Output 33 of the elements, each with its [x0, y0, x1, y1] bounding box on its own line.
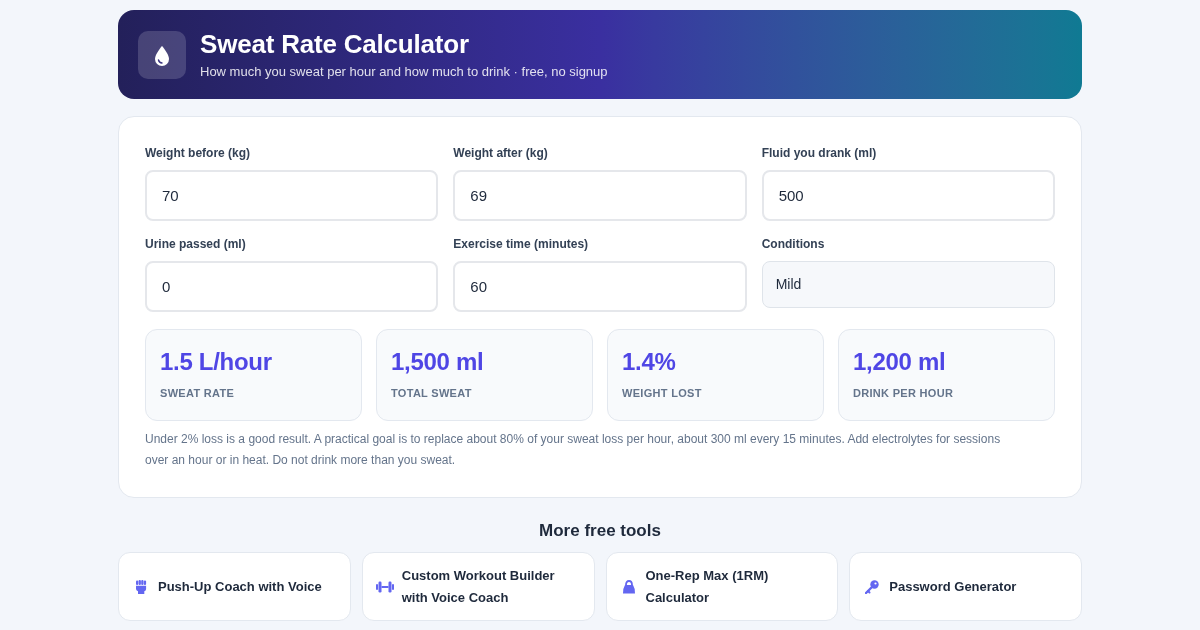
section-heading: More free tools: [539, 520, 661, 542]
fist-icon: [135, 579, 147, 594]
result-value: 1.4%: [622, 347, 676, 377]
result-label: DRINK PER HOUR: [853, 386, 954, 400]
tool-link-card[interactable]: Password Generator: [849, 552, 1082, 621]
field-label: Weight before (kg): [145, 145, 251, 161]
number-input[interactable]: 0: [145, 261, 439, 312]
field-label: Urine passed (ml): [145, 236, 246, 252]
number-input[interactable]: 70: [145, 170, 439, 221]
page-title: Sweat Rate Calculator: [200, 28, 470, 60]
number-input[interactable]: 500: [761, 170, 1055, 221]
result-value: 1.5 L/hour: [160, 347, 272, 377]
field-label: Weight after (kg): [453, 145, 548, 161]
kettlebell-icon: [621, 579, 636, 594]
result-value: 1,500 ml: [391, 347, 484, 377]
page-subtitle: How much you sweat per hour and how much to drink · free, no signup: [200, 63, 608, 81]
water-drop-icon: [138, 30, 186, 79]
result-note: Under 2% loss is a good result. A practical goal is to replace about 80% of your sweat loss per hour, about 300 ml every 15 minutes. Add electrolytes for sessions over an hour or in heat. Do not drink more than you sweat.: [145, 431, 1002, 469]
dumbbell-icon: [375, 580, 394, 593]
field-label: Fluid you drank (ml): [761, 145, 877, 161]
tool-link-card[interactable]: Push-Up Coach with Voice: [118, 552, 351, 621]
tool-link-card[interactable]: One-Rep Max (1RM) Calculator: [605, 552, 839, 621]
field-label: Exercise time (minutes): [453, 236, 589, 252]
result-label: TOTAL SWEAT: [391, 386, 472, 400]
result-value: 1,200 ml: [853, 347, 946, 377]
number-input[interactable]: 69: [453, 170, 747, 221]
tool-link-card[interactable]: Custom Workout Builder with Voice Coach: [361, 552, 595, 621]
result-label: WEIGHT LOST: [622, 386, 702, 400]
conditions-dropdown[interactable]: Mild: [761, 261, 1055, 308]
number-input[interactable]: 60: [453, 261, 747, 312]
result-label: SWEAT RATE: [160, 386, 235, 400]
key-icon: [865, 579, 880, 594]
field-label: Conditions: [761, 236, 825, 252]
